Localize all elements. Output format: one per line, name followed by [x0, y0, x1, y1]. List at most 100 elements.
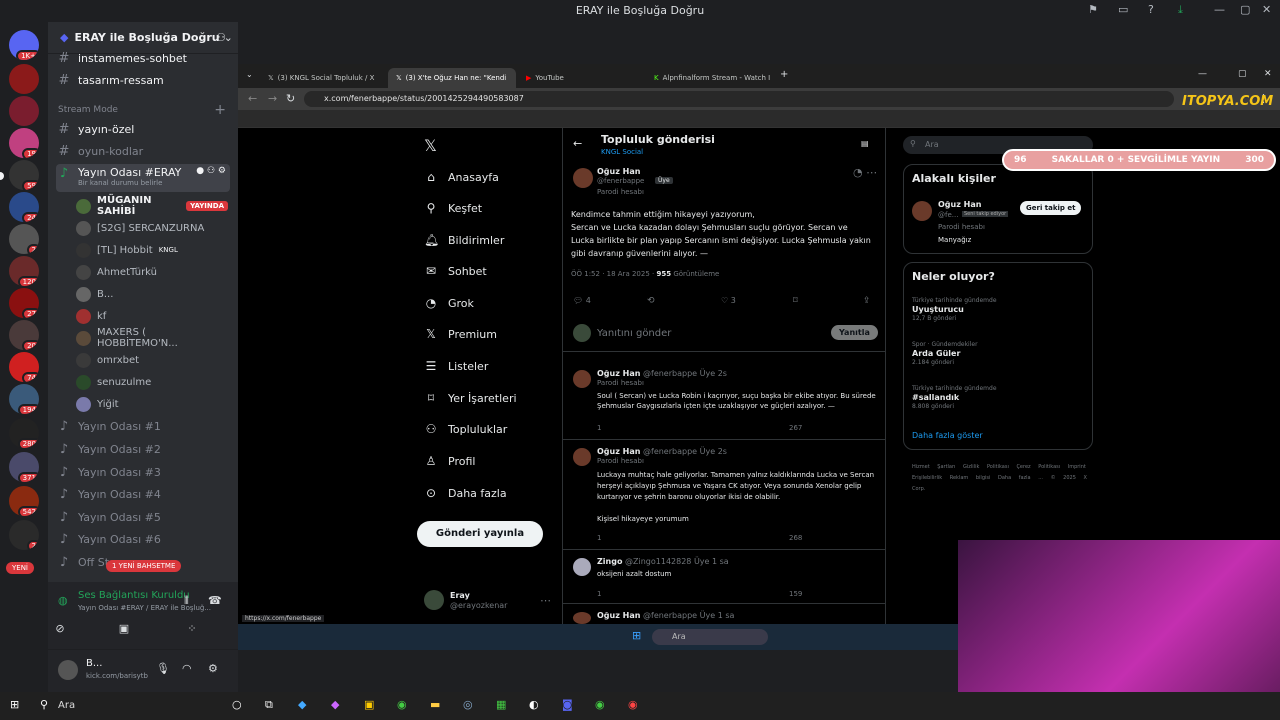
server-icon[interactable]: 24 — [9, 192, 39, 222]
server-icon[interactable] — [9, 96, 39, 126]
minimize-icon[interactable]: — — [1198, 69, 1207, 79]
channel-oyun-kodlar[interactable]: # oyun-kodlar — [56, 141, 230, 161]
tab[interactable]: K Alpnfinalform Stream - Watch I — [646, 68, 774, 88]
voice-user[interactable]: kf — [76, 306, 228, 326]
add-member-icon[interactable]: ⚇ — [216, 31, 226, 44]
nav-profile[interactable]: ♙ Profil — [424, 454, 476, 468]
cortana-icon[interactable]: ○ — [232, 698, 242, 711]
server-icon[interactable]: 20 — [9, 320, 39, 350]
download-icon[interactable]: ⤓ — [1178, 3, 1183, 17]
voice-user[interactable]: [S2G] SERCANZURNA — [76, 218, 228, 238]
reply-post[interactable]: Oğuz Han @fenerbappe Üye 1 sa — [563, 606, 885, 624]
like-action[interactable]: ♡ 3 — [721, 296, 736, 305]
windows-start-icon[interactable]: ⊞ — [10, 698, 19, 711]
taskbar-search[interactable]: Ara — [58, 700, 75, 711]
app-icon[interactable]: ◆ — [331, 698, 339, 711]
windows-start-icon[interactable]: ⊞ — [632, 629, 641, 642]
close-icon[interactable]: ✕ — [1264, 69, 1272, 79]
reply-count[interactable]: 1 — [597, 590, 601, 598]
server-icon[interactable]: 2 — [9, 224, 39, 254]
reply-post[interactable]: Zingo @Zingo1142828 Üye 1 sa oksijeni az… — [563, 552, 885, 604]
reply-post[interactable]: Oğuz Han @fenerbappe Üye 2s Parodi hesab… — [563, 442, 885, 550]
nav-notifications[interactable]: 🔔︎ Bildirimler — [424, 233, 504, 247]
nav-more[interactable]: ⊙ Daha fazla — [424, 486, 507, 500]
channel-actions-icon[interactable]: ● ⚇ ⚙ — [196, 166, 226, 176]
share-icon[interactable]: ⇪ — [863, 296, 871, 306]
disconnect-icon[interactable]: ☎ — [208, 594, 222, 607]
voice-user[interactable]: AhmetTürkü — [76, 262, 228, 282]
microphone-icon[interactable]: 🎙 — [156, 662, 170, 675]
server-icon[interactable]: 2 — [9, 520, 39, 550]
nav-home[interactable]: ⌂ Anasayfa — [424, 170, 499, 184]
reply-action[interactable]: 💬︎ 4 — [573, 296, 591, 305]
reply-count[interactable]: 1 — [597, 424, 601, 432]
voice-user[interactable]: senuzulme — [76, 372, 228, 392]
show-more-link[interactable]: Daha fazla göster — [912, 431, 983, 440]
app-icon[interactable]: ◉ — [628, 698, 638, 711]
tab[interactable]: 𝕏 (3) KNGL Social Topluluk / X — [260, 68, 388, 88]
voice-channel[interactable]: ♪ Yayın Odası #6 — [56, 529, 230, 549]
community-link[interactable]: KNGL Social — [601, 148, 643, 156]
nav-communities[interactable]: ⚇ Topluluklar — [424, 422, 508, 436]
help-icon[interactable]: ? — [1148, 3, 1154, 16]
voice-channel[interactable]: ♪ Yayın Odası #4 — [56, 484, 230, 504]
view-count[interactable]: 267 — [789, 424, 802, 432]
server-icon[interactable] — [9, 64, 39, 94]
post-author[interactable]: Oğuz Han — [597, 166, 640, 177]
reply-count[interactable]: 1 — [597, 534, 601, 542]
dm-home-icon[interactable]: 1K+ — [9, 30, 39, 60]
settings-icon[interactable]: ⚙ — [208, 662, 218, 675]
voice-channel[interactable]: ♪ Yayın Odası #2 — [56, 439, 230, 459]
server-icon[interactable]: 74 — [9, 352, 39, 382]
steam-icon[interactable]: ◎ — [463, 698, 473, 711]
pin-icon[interactable]: ⚑ — [1088, 3, 1098, 16]
post-button[interactable]: Gönderi yayınla — [417, 521, 543, 547]
tab[interactable]: ▶ YouTube — [518, 68, 646, 88]
avatar[interactable] — [58, 660, 78, 680]
screen-share-icon[interactable]: ▣ — [104, 622, 144, 635]
app-icon[interactable]: ◐ — [529, 698, 539, 711]
server-icon[interactable]: 120 — [9, 256, 39, 286]
channel-instamemes[interactable]: # instamemes-sohbet — [56, 48, 230, 68]
account-switcher[interactable]: Eray @erayozkenar ⋯ — [422, 588, 552, 616]
avatar[interactable] — [573, 168, 593, 188]
avatar[interactable] — [912, 201, 932, 221]
new-servers-badge[interactable]: YENİ — [6, 562, 34, 574]
voice-user[interactable]: omrxbet — [76, 350, 228, 370]
back-icon[interactable]: ← — [248, 92, 257, 105]
bookmark-icon[interactable]: ⌑ — [793, 296, 798, 306]
add-channel-icon[interactable]: + — [214, 102, 226, 118]
server-icon[interactable]: 542 — [9, 486, 39, 516]
nav-bookmarks[interactable]: ⌑ Yer İşaretleri — [424, 391, 517, 405]
trend-item[interactable]: Türkiye tarihinde gündemde #sallandık 8.80… — [912, 385, 1088, 410]
server-icon[interactable]: 27 — [9, 288, 39, 318]
task-view-icon[interactable]: ⧉ — [265, 698, 273, 712]
nav-messages[interactable]: ✉ Sohbet — [424, 264, 487, 278]
voice-channel[interactable]: ♪ Yayın Odası #1 — [56, 416, 230, 436]
voice-user[interactable]: Yiğit — [76, 394, 228, 414]
voice-user[interactable]: MÜGANIN SAHİBİ YAYINDA — [76, 195, 228, 217]
new-tab-icon[interactable]: + — [780, 69, 788, 80]
tab-active[interactable]: 𝕏 (3) X'te Oğuz Han ne: "Kendim — [388, 68, 516, 88]
server-icon[interactable]: 280 — [9, 418, 39, 448]
monitor-icon[interactable]: ▭ — [1118, 3, 1128, 16]
noise-suppression-icon[interactable]: ⦀ — [184, 594, 189, 608]
taskbar-search[interactable]: Ara — [652, 629, 768, 645]
voice-user[interactable]: B... — [76, 284, 228, 304]
retweet-icon[interactable]: ⟲ — [647, 296, 655, 306]
grok-icon[interactable]: ◔ ⋯ — [853, 166, 877, 179]
tab-search-icon[interactable]: ⌄ — [246, 70, 253, 79]
nav-explore[interactable]: ⚲ Keşfet — [424, 201, 483, 215]
app-icon[interactable]: ▣ — [364, 698, 374, 711]
voice-channel[interactable]: ♪ Yayın Odası #3 — [56, 462, 230, 482]
reply-button[interactable]: Yanıtla — [831, 325, 878, 340]
minimize-icon[interactable]: — — [1214, 3, 1225, 16]
view-count[interactable]: 159 — [789, 590, 802, 598]
category-stream-mode[interactable]: Stream Mode + — [56, 100, 230, 120]
trend-item[interactable]: Türkiye tarihinde gündemde Uyuşturucu 12,7… — [912, 297, 1088, 322]
server-icon[interactable]: 19 — [9, 128, 39, 158]
x-logo-icon[interactable]: 𝕏 — [424, 136, 437, 155]
forward-icon[interactable]: → — [268, 92, 277, 105]
voice-channel-link[interactable]: Yayın Odası #ERAY / ERAY ile Boşluğ... — [78, 604, 211, 612]
reload-icon[interactable]: ↻ — [286, 92, 295, 105]
